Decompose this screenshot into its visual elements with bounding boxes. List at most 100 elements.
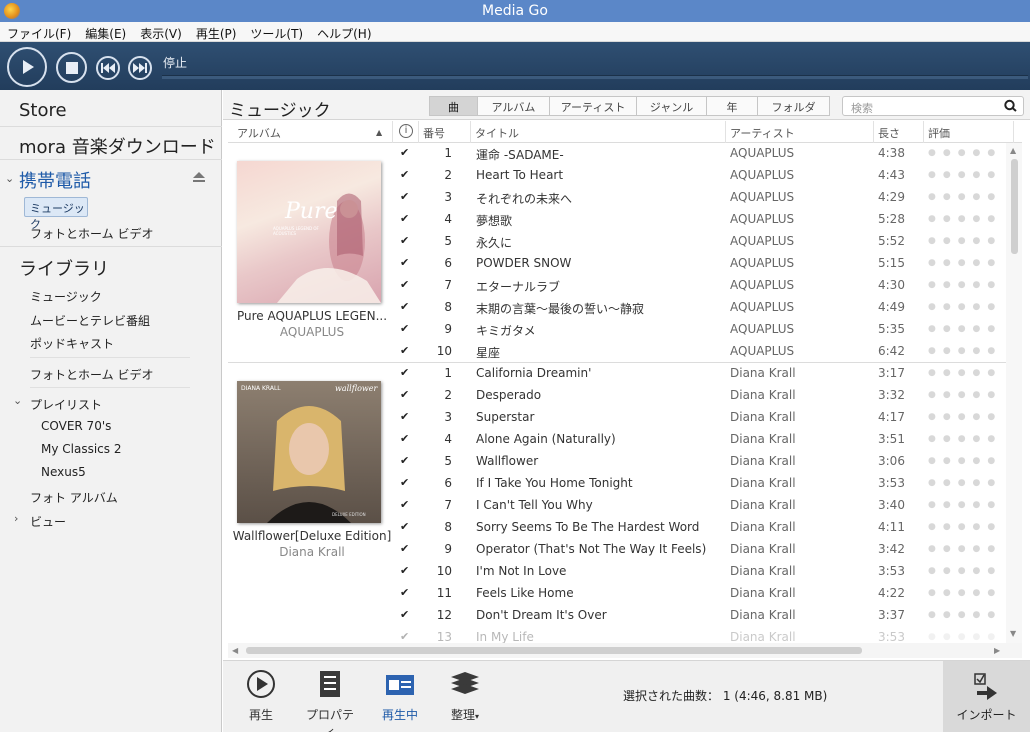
rating-stars[interactable]: ●●●●● <box>928 610 1002 620</box>
rating-stars[interactable]: ●●●●● <box>928 522 1002 532</box>
menu-play[interactable]: 再生(P) <box>189 22 244 41</box>
sidebar-view[interactable]: ビュー <box>30 513 66 530</box>
track-row[interactable]: ✔ 9 キミガタメ AQUAPLUS 5:35 ●●●●● <box>396 319 1006 341</box>
checkmark-icon[interactable]: ✔ <box>400 234 409 247</box>
checkmark-icon[interactable]: ✔ <box>400 300 409 313</box>
track-row[interactable]: ✔ 9 Operator (That's Not The Way It Feels)… <box>396 539 1006 561</box>
rating-stars[interactable]: ●●●●● <box>928 544 1002 554</box>
track-row[interactable]: ✔ 2 Desperado Diana Krall 3:32 ●●●●● <box>396 385 1006 407</box>
rating-stars[interactable]: ●●●●● <box>928 434 1002 444</box>
chevron-down-icon[interactable]: ⌄ <box>5 172 14 185</box>
track-row[interactable]: ✔ 2 Heart To Heart AQUAPLUS 4:43 ●●●●● <box>396 165 1006 187</box>
info-icon[interactable]: i <box>399 124 413 138</box>
sidebar-playlist-item[interactable]: Nexus5 <box>41 465 86 479</box>
track-row[interactable]: ✔ 4 夢想歌 AQUAPLUS 5:28 ●●●●● <box>396 209 1006 231</box>
rating-stars[interactable]: ●●●●● <box>928 456 1002 466</box>
track-row[interactable]: ✔ 7 I Can't Tell You Why Diana Krall 3:40 ●●●… <box>396 495 1006 517</box>
tab-genres[interactable]: ジャンル <box>637 97 707 115</box>
checkmark-icon[interactable]: ✔ <box>400 542 409 555</box>
checkmark-icon[interactable]: ✔ <box>400 432 409 445</box>
organize-button[interactable]: 整理▾ <box>443 669 487 723</box>
checkmark-icon[interactable]: ✔ <box>400 168 409 181</box>
scroll-left-icon[interactable]: ◀ <box>232 646 238 655</box>
column-album[interactable]: アルバム <box>237 125 281 141</box>
checkmark-icon[interactable]: ✔ <box>400 498 409 511</box>
tab-songs[interactable]: 曲 <box>430 97 478 115</box>
vertical-scroll-thumb[interactable] <box>1011 159 1018 254</box>
checkmark-icon[interactable]: ✔ <box>400 586 409 599</box>
column-number[interactable]: 番号 <box>423 125 445 141</box>
now-playing-button[interactable]: 再生中 <box>378 669 422 723</box>
checkmark-icon[interactable]: ✔ <box>400 608 409 621</box>
column-length[interactable]: 長さ <box>878 125 900 141</box>
scroll-right-icon[interactable]: ▶ <box>994 646 1000 655</box>
track-row[interactable]: ✔ 7 エターナルラブ AQUAPLUS 4:30 ●●●●● <box>396 275 1006 297</box>
menu-file[interactable]: ファイル(F) <box>0 22 78 41</box>
rating-stars[interactable]: ●●●●● <box>928 346 1002 356</box>
horizontal-scrollbar[interactable]: ◀ ▶ <box>228 643 1022 658</box>
tab-folders[interactable]: フォルダ <box>758 97 829 115</box>
vertical-scrollbar[interactable]: ▲ ▼ <box>1006 143 1022 643</box>
horizontal-scroll-thumb[interactable] <box>246 647 862 654</box>
tab-year[interactable]: 年 <box>707 97 758 115</box>
track-row[interactable]: ✔ 12 Don't Dream It's Over Diana Krall 3:37 ●… <box>396 605 1006 627</box>
track-row[interactable]: ✔ 3 それぞれの未来へ AQUAPLUS 4:29 ●●●●● <box>396 187 1006 209</box>
rating-stars[interactable]: ●●●●● <box>928 258 1002 268</box>
previous-track-button[interactable] <box>96 56 120 80</box>
sidebar-device[interactable]: 携帯電話 <box>19 167 91 193</box>
checkmark-icon[interactable]: ✔ <box>400 366 409 379</box>
sidebar-lib-music[interactable]: ミュージック <box>30 288 102 305</box>
sidebar-store[interactable]: Store <box>19 100 67 121</box>
sidebar-lib-movies[interactable]: ムービーとテレビ番組 <box>30 312 150 329</box>
sidebar-lib-photo[interactable]: フォトとホーム ビデオ <box>30 366 153 383</box>
sidebar-playlist-item[interactable]: My Classics 2 <box>41 442 121 456</box>
rating-stars[interactable]: ●●●●● <box>928 214 1002 224</box>
track-row[interactable]: ✔ 8 末期の言葉～最後の誓い～静寂 AQUAPLUS 4:49 ●●●●● <box>396 297 1006 319</box>
sidebar-device-music[interactable]: ミュージック <box>24 197 88 231</box>
properties-button[interactable]: プロパティ <box>303 669 357 732</box>
search-input[interactable]: 検索 <box>842 96 1024 116</box>
checkmark-icon[interactable]: ✔ <box>400 146 409 159</box>
chevron-down-icon[interactable]: ⌄ <box>13 394 22 407</box>
chevron-right-icon[interactable]: › <box>14 512 18 525</box>
sidebar-device-photo[interactable]: フォトとホーム ビデオ <box>30 225 153 242</box>
track-row[interactable]: ✔ 11 Feels Like Home Diana Krall 4:22 ●●●●● <box>396 583 1006 605</box>
rating-stars[interactable]: ●●●●● <box>928 588 1002 598</box>
checkmark-icon[interactable]: ✔ <box>400 630 409 643</box>
sidebar-playlist[interactable]: プレイリスト <box>30 396 102 413</box>
search-icon[interactable] <box>1003 98 1019 114</box>
checkmark-icon[interactable]: ✔ <box>400 190 409 203</box>
rating-stars[interactable]: ●●●●● <box>928 324 1002 334</box>
rating-stars[interactable]: ●●●●● <box>928 566 1002 576</box>
album-art[interactable]: Pure AQUAPLUS LEGEND OF ACOUSTICS <box>237 161 381 303</box>
rating-stars[interactable]: ●●●●● <box>928 500 1002 510</box>
tab-artists[interactable]: アーティスト <box>550 97 637 115</box>
checkmark-icon[interactable]: ✔ <box>400 322 409 335</box>
column-artist[interactable]: アーティスト <box>730 125 795 141</box>
next-track-button[interactable] <box>128 56 152 80</box>
play-button[interactable] <box>7 47 47 87</box>
rating-stars[interactable]: ●●●●● <box>928 148 1002 158</box>
rating-stars[interactable]: ●●●●● <box>928 390 1002 400</box>
menu-view[interactable]: 表示(V) <box>133 22 189 41</box>
track-row[interactable]: ✔ 6 POWDER SNOW AQUAPLUS 5:15 ●●●●● <box>396 253 1006 275</box>
checkmark-icon[interactable]: ✔ <box>400 344 409 357</box>
menu-help[interactable]: ヘルプ(H) <box>310 22 378 41</box>
scroll-up-icon[interactable]: ▲ <box>1010 146 1016 155</box>
column-title[interactable]: タイトル <box>475 125 519 141</box>
track-row[interactable]: ✔ 8 Sorry Seems To Be The Hardest Word Dian… <box>396 517 1006 539</box>
checkmark-icon[interactable]: ✔ <box>400 520 409 533</box>
track-row[interactable]: ✔ 3 Superstar Diana Krall 4:17 ●●●●● <box>396 407 1006 429</box>
checkmark-icon[interactable]: ✔ <box>400 278 409 291</box>
rating-stars[interactable]: ●●●●● <box>928 302 1002 312</box>
rating-stars[interactable]: ●●●●● <box>928 478 1002 488</box>
sidebar-photo-album[interactable]: フォト アルバム <box>30 489 118 506</box>
rating-stars[interactable]: ●●●●● <box>928 236 1002 246</box>
seek-bar[interactable] <box>162 75 1028 79</box>
checkmark-icon[interactable]: ✔ <box>400 212 409 225</box>
menu-tools[interactable]: ツール(T) <box>243 22 310 41</box>
checkmark-icon[interactable]: ✔ <box>400 564 409 577</box>
album-art[interactable]: DIANA KRALL wallflower DELUXE EDITION <box>237 381 381 523</box>
track-row[interactable]: ✔ 10 星座 AQUAPLUS 6:42 ●●●●● <box>396 341 1006 363</box>
checkmark-icon[interactable]: ✔ <box>400 256 409 269</box>
